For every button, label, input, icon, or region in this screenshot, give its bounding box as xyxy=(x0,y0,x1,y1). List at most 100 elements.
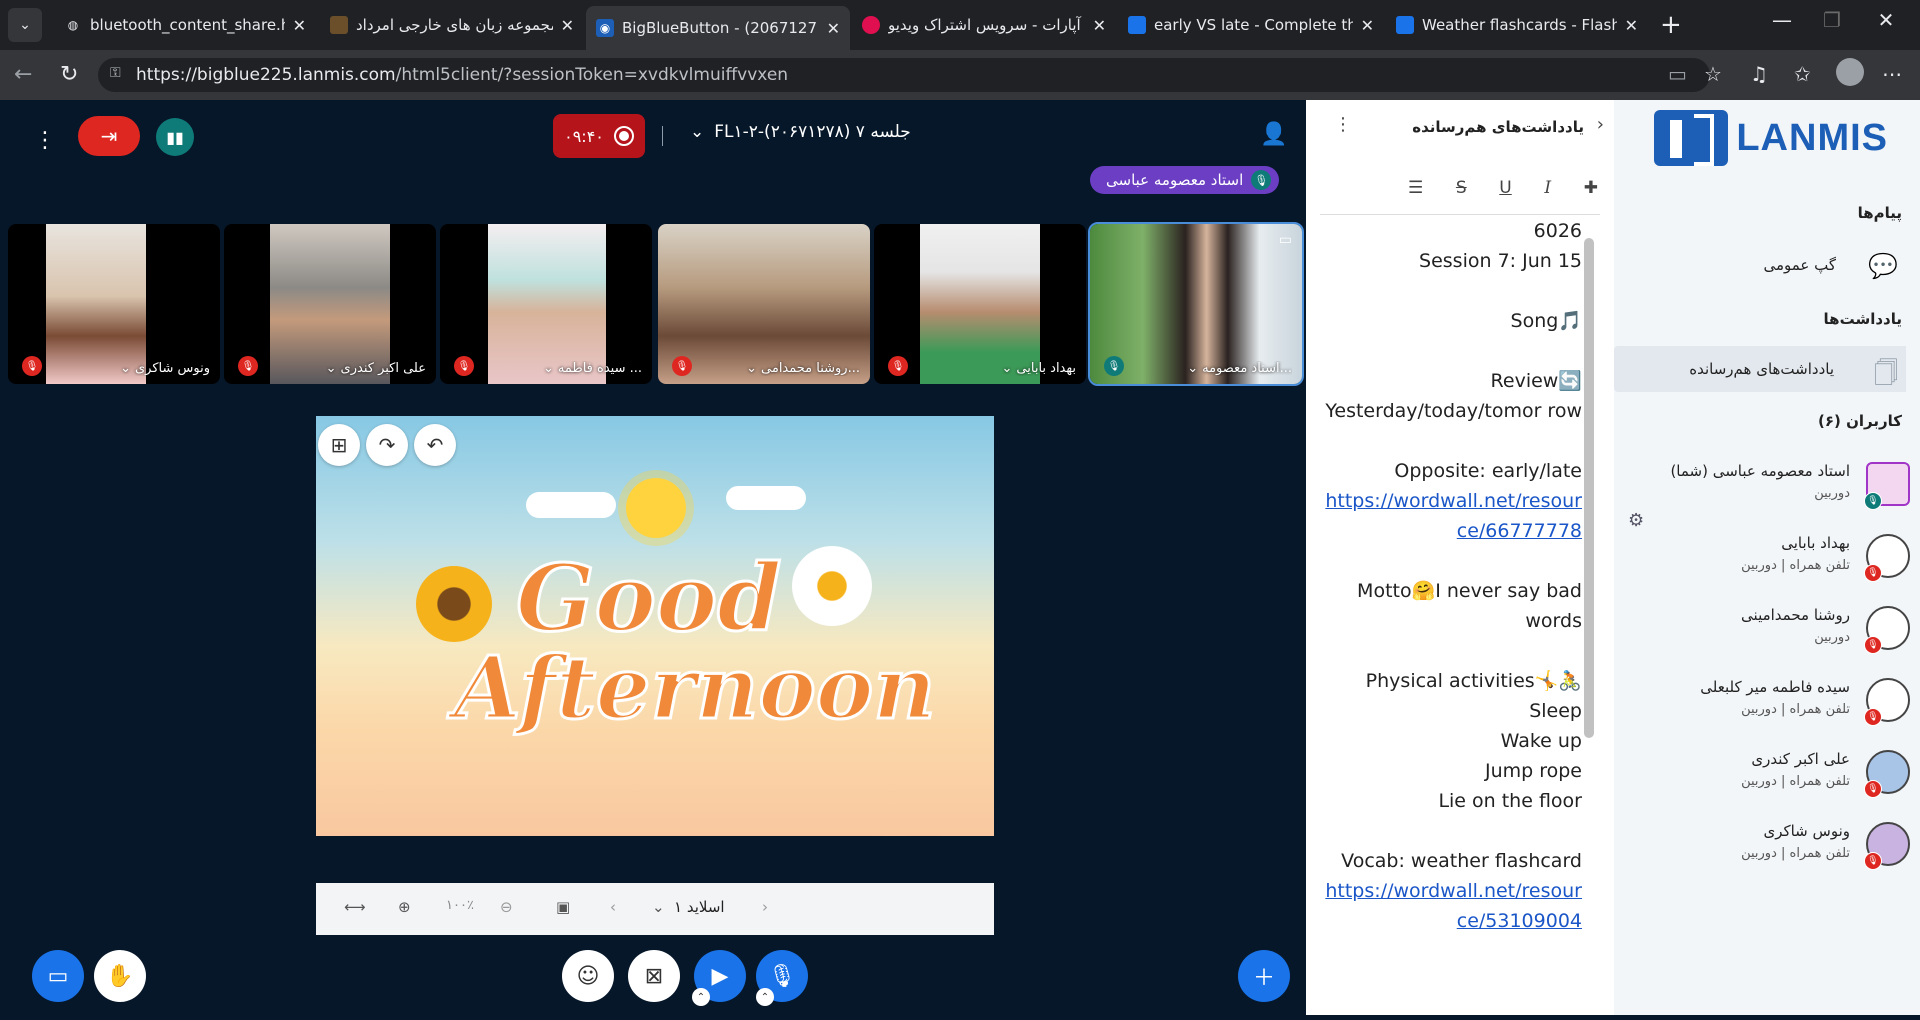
strikethrough-icon[interactable]: S xyxy=(1456,178,1467,198)
wordwall-icon xyxy=(1396,16,1414,34)
close-tab-icon[interactable]: ✕ xyxy=(293,16,306,35)
webcam-tile[interactable]: 🎙 ⌄ سیده فاطمه ... xyxy=(440,224,652,384)
notes-line: 🎵Song xyxy=(1510,310,1582,332)
webcam-tile-speaking[interactable]: ▭ 🎙 ⌄ استاد معصومه... xyxy=(1088,222,1304,386)
notes-options-icon[interactable]: ⋮ xyxy=(1334,114,1352,135)
recording-button[interactable]: ۰۹:۴۰ xyxy=(553,114,645,158)
chevron-down-icon: ⌄ xyxy=(120,361,131,376)
webcam-name[interactable]: ⌄ استاد معصومه... xyxy=(1187,361,1292,376)
site-info-icon[interactable]: ⚿ xyxy=(110,65,128,83)
close-tab-icon[interactable]: ✕ xyxy=(1625,16,1638,35)
user-list-item[interactable]: 🎙 ونوس شاکری تلفن همراه | دوربین xyxy=(1614,812,1920,878)
screen-share-button[interactable]: ⊠ xyxy=(628,950,680,1002)
webcam-name[interactable]: ⌄ ونوس شاکری xyxy=(120,361,210,376)
wordwall-icon xyxy=(1128,16,1146,34)
previous-slide-icon[interactable]: ‹ xyxy=(610,898,616,916)
user-list-item[interactable]: 🎙 روشنا محمدامینی دوربین xyxy=(1614,596,1920,662)
notes-link[interactable]: https://wordwall.net/resource/53109004 xyxy=(1320,876,1582,936)
user-list-item[interactable]: 🎙 علی اکبر کندری تلفن همراه | دوربین xyxy=(1614,740,1920,806)
undo-icon[interactable]: ↶ xyxy=(414,424,456,466)
italic-icon[interactable]: I xyxy=(1544,178,1551,198)
close-tab-icon[interactable]: ✕ xyxy=(1093,16,1106,35)
notes-link[interactable]: https://wordwall.net/resource/66777778 xyxy=(1320,486,1582,546)
zoom-out-icon[interactable]: ⊖ xyxy=(500,898,513,916)
notes-line: Session 7: Jun 15 xyxy=(1419,250,1582,272)
actions-plus-button[interactable]: ＋ xyxy=(1238,950,1290,1002)
presentation-area[interactable]: Good Afternoon ⊞ ↷ ↶ ⋮ ⌃ ○ □ ✎ T ↗ ◇ ✏ ✐… xyxy=(316,416,994,836)
webcam-tile[interactable]: 🎙 ⌄ علی اکبر کندری xyxy=(224,224,436,384)
more-menu-icon[interactable]: ⋯ xyxy=(1882,62,1902,86)
browser-tab[interactable]: Weather flashcards - Flash car ✕ xyxy=(1386,6,1648,44)
webcam-name[interactable]: ⌄ سیده فاطمه ... xyxy=(543,361,642,376)
plugin-icon[interactable]: ✚ xyxy=(1584,178,1598,198)
browser-tab-active[interactable]: ◉ BigBlueButton - (2067127 ✕ xyxy=(586,6,850,50)
mic-muted-icon: 🎙 xyxy=(1864,636,1882,654)
webcam-name[interactable]: ⌄ بهداد بابایی xyxy=(1002,361,1077,376)
webcam-name[interactable]: ⌄ علی اکبر کندری xyxy=(326,361,426,376)
shared-notes-panel: › یادداشت‌های هم‌رسانده ⋮ ☰ S U I ✚ 6026… xyxy=(1306,100,1614,1015)
browser-tab[interactable]: ◍ bluetooth_content_share.html ✕ xyxy=(54,6,316,44)
leave-session-button[interactable]: ⇥ xyxy=(78,116,140,156)
notes-line: 🔄Review xyxy=(1490,370,1582,392)
webcam-tile[interactable]: 🎙 ⌄ ونوس شاکری xyxy=(8,224,220,384)
options-kebab-icon[interactable]: ⋮ xyxy=(34,128,56,153)
notes-editor[interactable]: 6026 Session 7: Jun 15 🎵Song 🔄Review Yesterd… xyxy=(1320,216,1590,1006)
tab-list-button[interactable]: ⌄ xyxy=(8,8,42,42)
new-tab-icon[interactable]: + xyxy=(1660,10,1682,40)
url-input[interactable]: ⚿ https://bigblue225.lanmis.com/html5cli… xyxy=(98,58,1710,92)
close-window-icon[interactable]: ✕ xyxy=(1866,8,1906,32)
chevron-right-icon[interactable]: › xyxy=(1597,114,1604,135)
close-tab-icon[interactable]: ✕ xyxy=(1361,16,1374,35)
talking-user-name: استاد معصومه عباسی xyxy=(1106,171,1244,189)
reload-icon[interactable]: ↻ xyxy=(60,62,78,87)
public-chat-item[interactable]: 💬 گپ عمومی xyxy=(1614,242,1920,288)
favorites-icon[interactable]: ✩ xyxy=(1794,62,1811,86)
webcam-name-text: استاد معصومه... xyxy=(1202,361,1292,376)
raise-hand-button[interactable]: ✋ xyxy=(94,950,146,1002)
back-icon[interactable]: ← xyxy=(14,62,32,87)
minimize-icon[interactable]: — xyxy=(1762,8,1802,32)
connection-status-button[interactable]: ▮▮ xyxy=(156,118,194,156)
audio-options-caret-icon[interactable]: ⌃ xyxy=(756,988,774,1006)
zoom-in-icon[interactable]: ⊕ xyxy=(398,898,411,916)
favorite-star-icon[interactable]: ☆ xyxy=(1704,62,1722,86)
notes-blank-line xyxy=(1320,816,1582,846)
notes-scrollbar[interactable] xyxy=(1584,218,1594,838)
close-tab-icon[interactable]: ✕ xyxy=(827,19,840,38)
webcam-tile[interactable]: 🎙 ⌄ روشنا محمدامی... xyxy=(658,224,870,384)
meeting-title[interactable]: ⌄ جلسه ۷ (۲۰۶۷۱۲۷۸)-FL۱-۲ xyxy=(690,122,911,142)
underline-icon[interactable]: U xyxy=(1499,178,1511,198)
browser-tab[interactable]: آپارات - سرویس اشتراک ویدیو ✕ xyxy=(852,6,1116,44)
slide-selector[interactable]: اسلاید ۱ xyxy=(674,898,725,916)
redo-icon[interactable]: ↷ xyxy=(366,424,408,466)
chevron-down-icon[interactable]: ⌄ xyxy=(652,898,665,916)
talking-indicator[interactable]: استاد معصومه عباسی 🎙 xyxy=(1090,166,1280,194)
profile-avatar[interactable] xyxy=(1836,58,1864,86)
reactions-button[interactable]: ☺ xyxy=(562,950,614,1002)
scrollbar-thumb[interactable] xyxy=(1584,238,1594,738)
close-tab-icon[interactable]: ✕ xyxy=(561,16,574,35)
user-devices: تلفن همراه | دوربین xyxy=(1741,702,1850,717)
user-list-item[interactable]: 🎙 بهداد بابایی تلفن همراه | دوربین xyxy=(1614,524,1920,590)
list-icon[interactable]: ☰ xyxy=(1408,178,1423,198)
next-slide-icon[interactable]: › xyxy=(762,898,768,916)
media-icon[interactable]: ♫ xyxy=(1750,62,1768,86)
browser-tab[interactable]: early VS late - Complete the s ✕ xyxy=(1118,6,1384,44)
fit-width-icon[interactable]: ⟷ xyxy=(344,898,366,916)
webcam-tile[interactable]: 🎙 ⌄ بهداد بابایی xyxy=(874,224,1086,384)
shared-notes-item[interactable]: 🗍 یادداشت‌های هم‌رسانده xyxy=(1614,346,1906,392)
fullscreen-icon[interactable]: ▣ xyxy=(556,898,570,916)
whiteboard-menu-icon[interactable]: ⊞ xyxy=(318,424,360,466)
browser-tab[interactable]: مجموعه زبان های خارجی امرداد ✕ xyxy=(320,6,584,44)
users-list-toggle-icon[interactable]: 👤 xyxy=(1260,122,1287,147)
user-name: علی اکبر کندری xyxy=(1751,750,1850,768)
webcam-name[interactable]: ⌄ روشنا محمدامی... xyxy=(746,361,860,376)
user-name: بهداد بابایی xyxy=(1781,534,1850,552)
camera-permission-icon[interactable]: ▭ xyxy=(1668,62,1687,86)
url-path: /html5client/?sessionToken=xvdkvlmuiffvv… xyxy=(395,65,789,85)
user-list-item[interactable]: 🎙 استاد معصومه عباسی (شما) دوربین xyxy=(1614,452,1920,518)
user-list-item[interactable]: 🎙 سیده فاطمه میر کلبعلی تلفن همراه | دوربی… xyxy=(1614,668,1920,734)
presentation-toggle-button[interactable]: ▭ xyxy=(32,950,84,1002)
maximize-icon[interactable]: ❐ xyxy=(1812,8,1852,32)
camera-options-caret-icon[interactable]: ⌃ xyxy=(692,988,710,1006)
